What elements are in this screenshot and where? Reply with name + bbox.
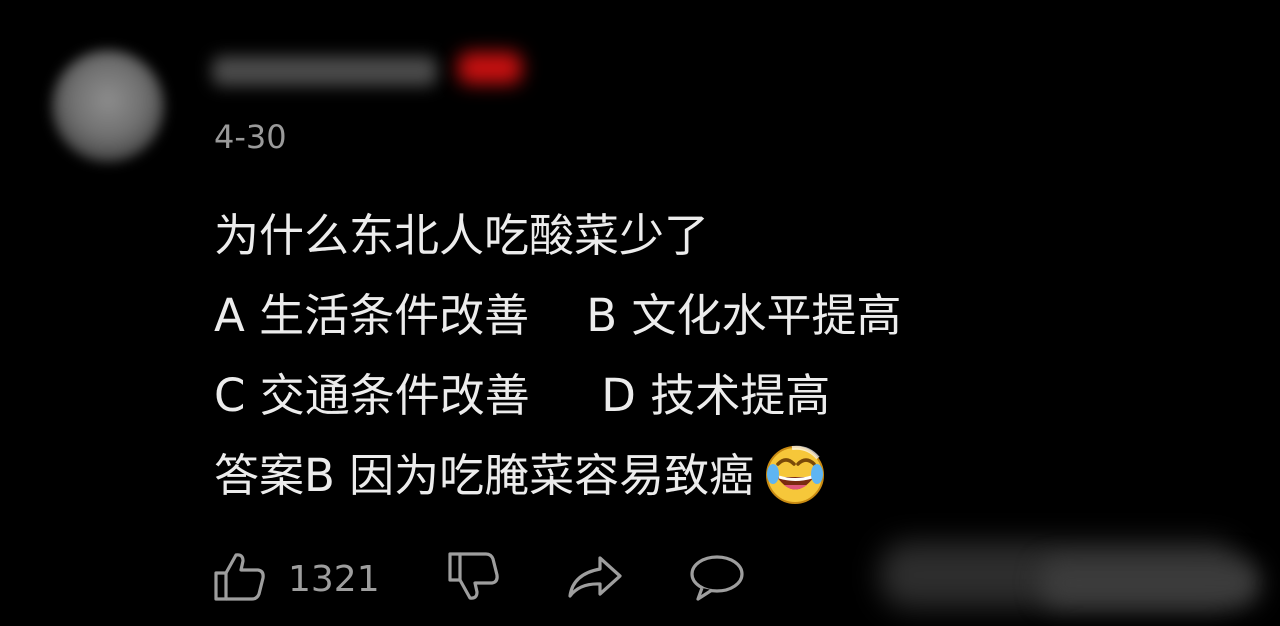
thumbs-down-icon[interactable] [446, 550, 502, 608]
comment-actions: 1321 [212, 548, 746, 610]
comment-date: 4-30 [214, 118, 287, 156]
avatar[interactable] [52, 50, 164, 162]
reply-icon[interactable] [688, 552, 746, 606]
comment-line-options-ab: A 生活条件改善 B 文化水平提高 [214, 289, 902, 342]
laughing-crying-emoji-icon [764, 444, 826, 506]
comment-line-question: 为什么东北人吃酸菜少了 [214, 209, 710, 262]
watermark-redacted-inner [1040, 560, 1260, 606]
comment-line-options-cd: C 交通条件改善 D 技术提高 [214, 369, 831, 422]
username-redacted[interactable] [212, 56, 437, 86]
like-count: 1321 [288, 558, 380, 600]
comment-line-answer: 答案B 因为吃腌菜容易致癌 [214, 436, 901, 516]
comment-body: 为什么东北人吃酸菜少了 A 生活条件改善 B 文化水平提高 C 交通条件改善 D… [214, 196, 901, 516]
share-icon[interactable] [566, 554, 624, 604]
user-badge-redacted [458, 52, 522, 84]
thumbs-up-icon[interactable] [212, 551, 268, 607]
comment-answer-text: 答案B 因为吃腌菜容易致癌 [214, 449, 755, 502]
